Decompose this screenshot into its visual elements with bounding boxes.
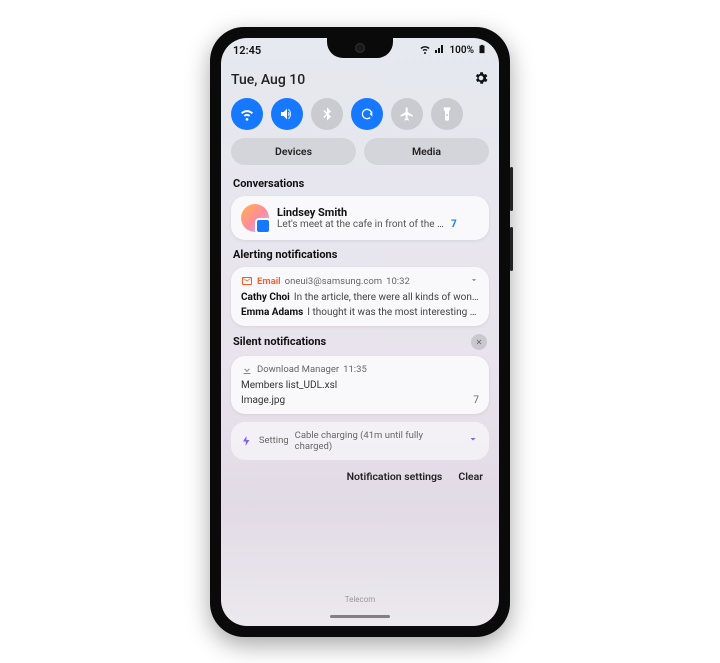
email-sender-0: Cathy Choi <box>241 292 290 303</box>
battery-text: 100% <box>449 45 474 56</box>
notch <box>327 38 393 58</box>
chevron-down-icon[interactable] <box>469 275 479 288</box>
conversation-notification[interactable]: Lindsey Smith Let's meet at the cafe in … <box>231 196 489 240</box>
rotate-toggle[interactable] <box>351 98 383 130</box>
email-notification[interactable]: Email oneui3@samsung.com 10:32 Cathy Cho… <box>231 267 489 326</box>
download-file-1: Members list_UDL.xsl <box>241 380 337 391</box>
download-time: 11:35 <box>343 364 367 375</box>
carrier-label: Telecom <box>221 595 499 604</box>
front-camera <box>355 43 365 53</box>
sound-toggle[interactable] <box>271 98 303 130</box>
status-right: 100% <box>419 42 487 59</box>
conversations-header: Conversations <box>233 177 487 190</box>
media-button[interactable]: Media <box>364 138 489 165</box>
download-count: 7 <box>473 395 479 406</box>
bolt-icon <box>241 435 253 447</box>
close-icon[interactable] <box>471 334 487 350</box>
airplane-toggle[interactable] <box>391 98 423 130</box>
download-notification[interactable]: Download Manager 11:35 Members list_UDL.… <box>231 356 489 414</box>
alerting-header: Alerting notifications <box>233 248 487 261</box>
email-text-0: In the article, there were all kinds of … <box>294 292 479 303</box>
charging-notification[interactable]: Setting Cable charging (41m until fully … <box>231 422 489 460</box>
download-file-2: Image.jpg <box>241 395 285 406</box>
clear-button[interactable]: Clear <box>458 470 483 483</box>
shade-date: Tue, Aug 10 <box>231 72 305 88</box>
battery-icon <box>477 42 487 59</box>
download-app-label: Download Manager <box>257 364 339 375</box>
devices-button[interactable]: Devices <box>231 138 356 165</box>
silent-header: Silent notifications <box>233 335 326 348</box>
avatar <box>241 204 269 232</box>
wifi-toggle[interactable] <box>231 98 263 130</box>
home-indicator[interactable] <box>330 615 390 618</box>
email-icon <box>241 275 253 287</box>
screen: 12:45 100% Tue, Aug 10 Devices Media <box>221 38 499 626</box>
status-time: 12:45 <box>233 44 261 57</box>
email-app-label: Email <box>257 276 281 287</box>
bluetooth-toggle[interactable] <box>311 98 343 130</box>
email-time: 10:32 <box>386 276 410 287</box>
volume-down-button[interactable] <box>510 227 513 271</box>
message-preview: Let's meet at the cafe in front of the c… <box>277 219 447 230</box>
setting-app-label: Setting <box>259 435 289 446</box>
download-icon <box>241 364 253 376</box>
sender-name: Lindsey Smith <box>277 206 479 219</box>
phone-frame: 12:45 100% Tue, Aug 10 Devices Media <box>210 27 510 637</box>
gear-icon[interactable] <box>473 70 489 90</box>
flashlight-toggle[interactable] <box>431 98 463 130</box>
notification-settings-button[interactable]: Notification settings <box>347 470 443 483</box>
volume-up-button[interactable] <box>510 167 513 211</box>
email-account: oneui3@samsung.com <box>285 276 382 287</box>
signal-icon <box>434 43 446 58</box>
wifi-icon <box>419 43 431 58</box>
email-sender-1: Emma Adams <box>241 307 303 318</box>
message-count: 7 <box>451 219 457 230</box>
chevron-down-icon[interactable] <box>467 433 479 448</box>
quick-toggles <box>231 98 489 130</box>
charging-text: Cable charging (41m until fully charged) <box>295 430 461 452</box>
email-text-1: I thought it was the most interesting th… <box>307 307 479 318</box>
